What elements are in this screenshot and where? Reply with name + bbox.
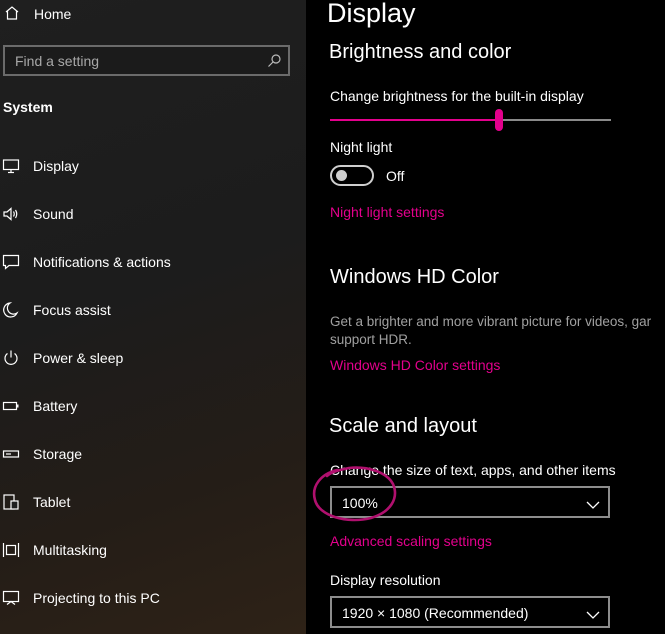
projecting-icon [2,589,20,607]
chevron-down-icon [586,497,600,509]
page-title: Display [327,0,416,28]
resolution-label: Display resolution [330,572,441,588]
sidebar-item-focus-assist[interactable]: Focus assist [0,286,306,334]
main-content: Display Brightness and color Change brig… [306,0,665,634]
sidebar-item-label: Focus assist [33,302,111,318]
moon-icon [2,301,20,319]
scale-value: 100% [342,495,378,511]
sidebar-item-power-sleep[interactable]: Power & sleep [0,334,306,382]
hd-color-settings-link[interactable]: Windows HD Color settings [330,357,500,373]
sidebar-nav: Display Sound Notifications & actions Fo… [0,142,306,622]
home-icon [4,5,20,21]
storage-icon [2,445,20,463]
notification-icon [2,253,20,271]
chevron-down-icon [586,607,600,619]
hd-color-heading: Windows HD Color [330,266,499,288]
monitor-icon [2,157,20,175]
sidebar-item-label: Display [33,158,79,174]
toggle-knob [336,170,347,181]
battery-icon [2,397,20,415]
sidebar-item-label: Projecting to this PC [33,590,160,606]
sidebar-item-tablet[interactable]: Tablet [0,478,306,526]
sidebar-item-notifications[interactable]: Notifications & actions [0,238,306,286]
brightness-slider-label: Change brightness for the built-in displ… [330,88,584,104]
sidebar-item-display[interactable]: Display [0,142,306,190]
scale-layout-heading: Scale and layout [329,415,477,437]
multitasking-icon [2,541,20,559]
power-icon [2,349,20,367]
sidebar: Home Find a setting System Display Sound… [0,0,306,634]
resolution-dropdown[interactable]: 1920 × 1080 (Recommended) [330,596,610,628]
search-icon[interactable] [266,53,282,69]
scale-dropdown[interactable]: 100% [330,486,610,518]
hd-color-description-line2: support HDR. [330,332,412,347]
home-label: Home [34,6,72,22]
brightness-heading: Brightness and color [329,41,512,63]
resolution-value: 1920 × 1080 (Recommended) [342,605,529,621]
sidebar-item-label: Notifications & actions [33,254,171,270]
sidebar-item-multitasking[interactable]: Multitasking [0,526,306,574]
brightness-slider[interactable] [330,108,611,132]
sidebar-item-label: Tablet [33,494,71,510]
advanced-scaling-link[interactable]: Advanced scaling settings [330,533,492,549]
slider-thumb[interactable] [495,109,503,131]
search-input[interactable]: Find a setting [3,45,290,76]
sidebar-item-label: Power & sleep [33,350,124,366]
sidebar-item-storage[interactable]: Storage [0,430,306,478]
slider-fill [330,119,499,121]
night-light-toggle[interactable] [330,165,374,186]
speaker-icon [2,205,20,223]
tablet-icon [2,493,20,511]
sidebar-item-sound[interactable]: Sound [0,190,306,238]
sidebar-item-label: Multitasking [33,542,107,558]
scale-label: Change the size of text, apps, and other… [330,462,616,478]
night-light-state: Off [386,168,405,184]
hd-color-description-line1: Get a brighter and more vibrant picture … [330,314,652,329]
sidebar-item-label: Battery [33,398,78,414]
home-nav-item[interactable]: Home [0,0,300,30]
section-title: System [3,99,53,115]
night-light-settings-link[interactable]: Night light settings [330,204,444,220]
night-light-label: Night light [330,139,393,155]
sidebar-item-projecting[interactable]: Projecting to this PC [0,574,306,622]
search-placeholder: Find a setting [15,53,100,69]
sidebar-item-label: Sound [33,206,74,222]
sidebar-item-battery[interactable]: Battery [0,382,306,430]
sidebar-item-label: Storage [33,446,83,462]
